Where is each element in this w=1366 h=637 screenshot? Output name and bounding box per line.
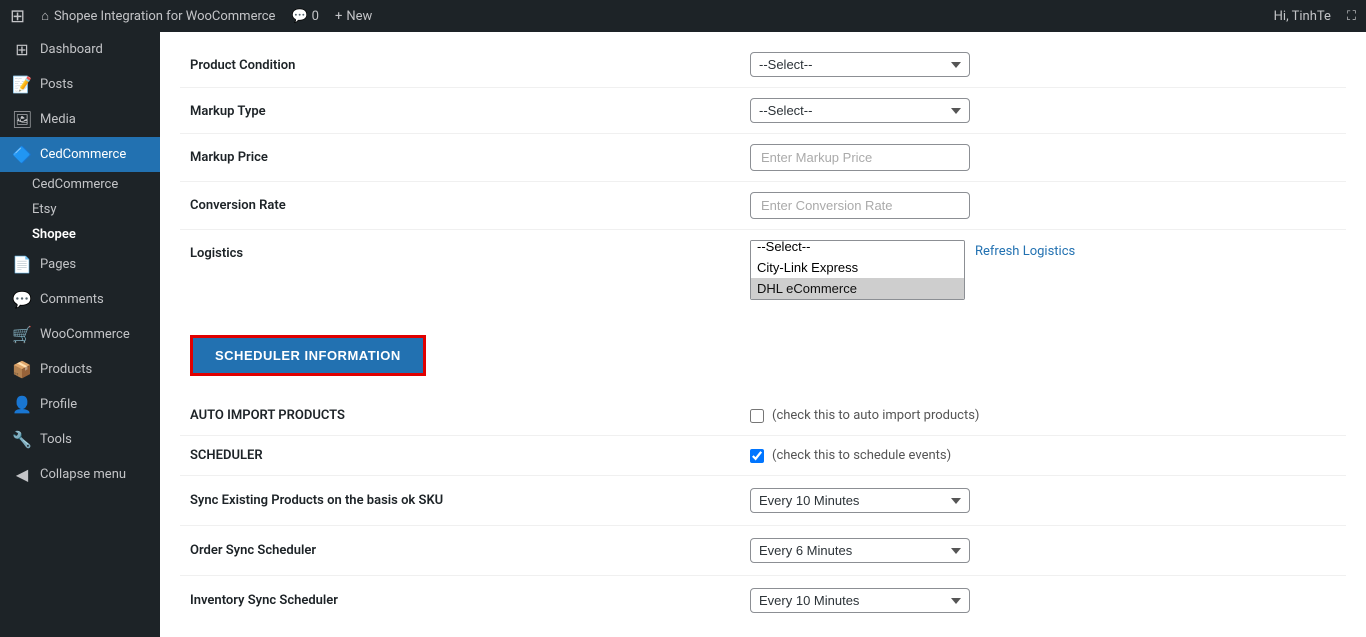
comments-link[interactable]: 💬 0 <box>291 9 319 24</box>
woocommerce-icon: 🛒 <box>12 325 32 344</box>
sidebar-item-tools[interactable]: 🔧 Tools <box>0 422 160 457</box>
markup-type-control: --Select-- <box>750 98 1346 123</box>
conversion-rate-label: Conversion Rate <box>180 192 750 213</box>
collapse-icon: ◀ <box>12 465 32 484</box>
sidebar-item-pages[interactable]: 📄 Pages <box>0 247 160 282</box>
sidebar-item-label: Comments <box>40 292 104 307</box>
dashboard-icon: ⊞ <box>12 40 32 59</box>
scheduler-info-button[interactable]: SCHEDULER INFORMATION <box>193 338 423 373</box>
inventory-sync-control: Every 10 Minutes Every 6 Minutes Every M… <box>750 588 970 613</box>
conversion-rate-control <box>750 192 1346 219</box>
pages-icon: 📄 <box>12 255 32 274</box>
logistics-label: Logistics <box>180 240 750 261</box>
sidebar-item-dashboard[interactable]: ⊞ Dashboard <box>0 32 160 67</box>
new-plus-icon: + <box>335 9 342 24</box>
logistics-control: --Select-- City-Link Express DHL eCommer… <box>750 240 1346 300</box>
inventory-sync-select[interactable]: Every 10 Minutes Every 6 Minutes Every M… <box>750 588 970 613</box>
sidebar-sub-etsy[interactable]: Etsy <box>0 197 160 222</box>
order-sync-label: Order Sync Scheduler <box>180 543 750 558</box>
sidebar-item-woocommerce[interactable]: 🛒 WooCommerce <box>0 317 160 352</box>
sync-existing-select[interactable]: Every 10 Minutes Every 6 Minutes Every M… <box>750 488 970 513</box>
home-icon: ⌂ <box>41 8 49 24</box>
sidebar-item-label: Dashboard <box>40 42 103 57</box>
sidebar-item-label: CedCommerce <box>40 147 126 162</box>
product-condition-row: Product Condition --Select-- <box>180 42 1346 88</box>
sidebar-item-profile[interactable]: 👤 Profile <box>0 387 160 422</box>
markup-type-label: Markup Type <box>180 98 750 119</box>
expand-icon[interactable]: ⛶ <box>1347 9 1356 24</box>
scheduler-header-box: SCHEDULER INFORMATION <box>190 335 426 376</box>
order-sync-control: Every 10 Minutes Every 6 Minutes Every M… <box>750 538 970 563</box>
sidebar-item-products[interactable]: 📦 Products <box>0 352 160 387</box>
media-icon: 🖼 <box>12 110 32 129</box>
sidebar: ⊞ Dashboard 📝 Posts 🖼 Media 🔷 CedCommerc… <box>0 32 160 637</box>
sidebar-item-cedcommerce[interactable]: 🔷 CedCommerce <box>0 137 160 172</box>
auto-import-label: AUTO IMPORT PRODUCTS <box>180 408 750 423</box>
markup-type-row: Markup Type --Select-- <box>180 88 1346 134</box>
auto-import-row: AUTO IMPORT PRODUCTS (check this to auto… <box>180 396 1346 436</box>
auto-import-control: (check this to auto import products) <box>750 408 979 423</box>
scheduler-control: (check this to schedule events) <box>750 448 951 463</box>
form-section: Product Condition --Select-- Markup Type… <box>160 32 1366 320</box>
top-bar: ⊞ ⌂ Shopee Integration for WooCommerce 💬… <box>0 0 1366 32</box>
conversion-rate-row: Conversion Rate <box>180 182 1346 230</box>
new-link[interactable]: + New <box>335 9 372 24</box>
scheduler-section: SCHEDULER INFORMATION AUTO IMPORT PRODUC… <box>160 320 1366 637</box>
order-sync-select[interactable]: Every 10 Minutes Every 6 Minutes Every M… <box>750 538 970 563</box>
site-name[interactable]: ⌂ Shopee Integration for WooCommerce <box>41 8 275 24</box>
sidebar-item-label: Profile <box>40 397 77 412</box>
wp-logo-icon[interactable]: ⊞ <box>10 6 25 27</box>
scheduler-checkbox[interactable] <box>750 449 764 463</box>
scheduler-row: SCHEDULER (check this to schedule events… <box>180 436 1346 476</box>
main-content: Product Condition --Select-- Markup Type… <box>160 32 1366 637</box>
scheduler-check-text: (check this to schedule events) <box>772 448 951 463</box>
logistics-row: Logistics --Select-- City-Link Express D… <box>180 230 1346 310</box>
refresh-logistics-link[interactable]: Refresh Logistics <box>975 240 1075 259</box>
inventory-sync-label: Inventory Sync Scheduler <box>180 593 750 608</box>
markup-type-select[interactable]: --Select-- <box>750 98 970 123</box>
sidebar-item-collapse[interactable]: ◀ Collapse menu <box>0 457 160 492</box>
tools-icon: 🔧 <box>12 430 32 449</box>
sidebar-sub-cedcommerce[interactable]: CedCommerce <box>0 172 160 197</box>
markup-price-row: Markup Price <box>180 134 1346 182</box>
sidebar-item-comments[interactable]: 💬 Comments <box>0 282 160 317</box>
sidebar-sub-shopee[interactable]: Shopee <box>0 222 160 247</box>
sync-existing-row: Sync Existing Products on the basis ok S… <box>180 476 1346 526</box>
product-condition-select[interactable]: --Select-- <box>750 52 970 77</box>
profile-icon: 👤 <box>12 395 32 414</box>
cedcommerce-icon: 🔷 <box>12 145 32 164</box>
markup-price-control <box>750 144 1346 171</box>
sidebar-item-label: Posts <box>40 77 73 92</box>
order-sync-row: Order Sync Scheduler Every 10 Minutes Ev… <box>180 526 1346 576</box>
scheduler-label: SCHEDULER <box>180 448 750 463</box>
conversion-rate-input[interactable] <box>750 192 970 219</box>
sidebar-item-label: Tools <box>40 432 72 447</box>
inventory-sync-row: Inventory Sync Scheduler Every 10 Minute… <box>180 576 1346 625</box>
sidebar-item-label: Products <box>40 362 92 377</box>
sidebar-item-media[interactable]: 🖼 Media <box>0 102 160 137</box>
auto-import-checkbox[interactable] <box>750 409 764 423</box>
user-greeting: Hi, TinhTe <box>1274 9 1331 24</box>
sidebar-item-label: Media <box>40 112 76 127</box>
sidebar-item-posts[interactable]: 📝 Posts <box>0 67 160 102</box>
comments-sidebar-icon: 💬 <box>12 290 32 309</box>
markup-price-input[interactable] <box>750 144 970 171</box>
products-icon: 📦 <box>12 360 32 379</box>
sidebar-item-label: Pages <box>40 257 76 272</box>
sidebar-item-label: WooCommerce <box>40 327 130 342</box>
markup-price-label: Markup Price <box>180 144 750 165</box>
comments-icon: 💬 <box>291 9 307 24</box>
product-condition-control: --Select-- <box>750 52 1346 77</box>
sync-existing-control: Every 10 Minutes Every 6 Minutes Every M… <box>750 488 970 513</box>
product-condition-label: Product Condition <box>180 52 750 73</box>
logistics-select[interactable]: --Select-- City-Link Express DHL eCommer… <box>750 240 965 300</box>
auto-import-check-text: (check this to auto import products) <box>772 408 979 423</box>
sidebar-item-label: Collapse menu <box>40 467 126 482</box>
sync-existing-label: Sync Existing Products on the basis ok S… <box>180 493 750 508</box>
posts-icon: 📝 <box>12 75 32 94</box>
